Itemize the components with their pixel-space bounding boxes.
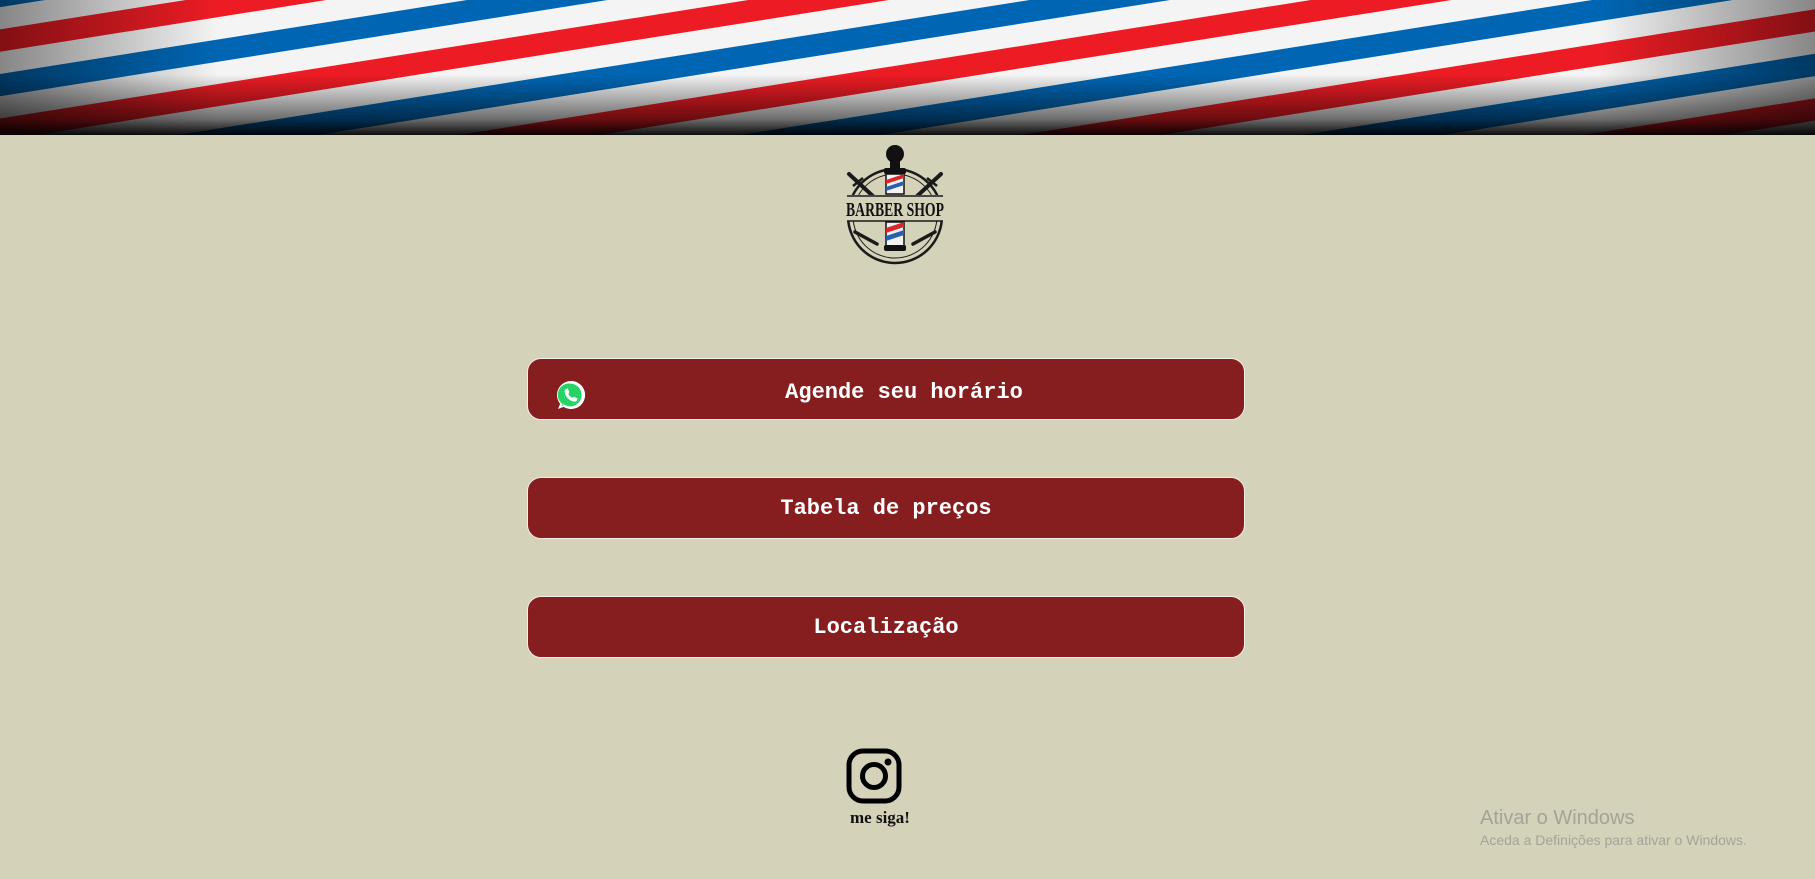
logo-text: BARBER SHOP — [846, 199, 944, 221]
banner-vignette — [0, 0, 1815, 135]
schedule-button-label: Agende seu horário — [785, 379, 1023, 405]
windows-activation-watermark: Ativar o Windows Aceda a Definições para… — [1480, 806, 1747, 850]
watermark-subtitle: Aceda a Definições para ativar o Windows… — [1480, 832, 1747, 848]
schedule-button[interactable]: Agende seu horário — [527, 358, 1245, 420]
location-button-label: Localização — [813, 614, 959, 640]
instagram-icon[interactable] — [846, 748, 902, 804]
watermark-title: Ativar o Windows — [1480, 807, 1635, 829]
whatsapp-icon — [556, 380, 586, 409]
location-button[interactable]: Localização — [527, 596, 1245, 658]
follow-me-label: me siga! — [850, 808, 910, 827]
barber-shop-logo: BARBER SHOP — [845, 145, 945, 265]
price-table-button[interactable]: Tabela de preços — [527, 477, 1245, 539]
price-table-button-label: Tabela de preços — [780, 495, 992, 521]
barber-pole-banner — [0, 0, 1815, 135]
